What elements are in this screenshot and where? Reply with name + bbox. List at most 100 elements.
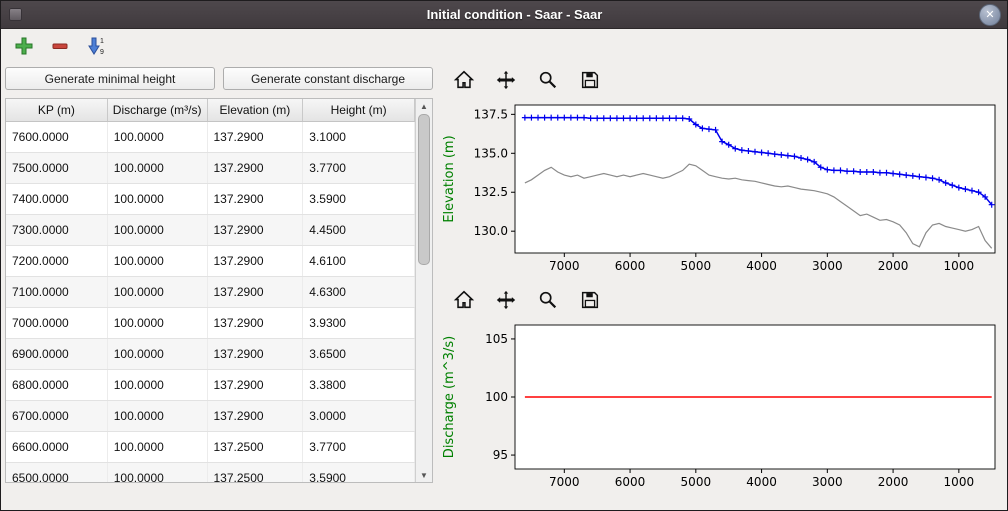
scroll-down-icon[interactable]: ▼ [416,468,432,482]
remove-row-button[interactable] [47,33,73,59]
pan-icon [495,69,517,91]
table-cell[interactable]: 3.1000 [303,122,415,152]
table-cell[interactable]: 4.4500 [303,215,415,245]
elevation-chart[interactable]: 7000600050004000300020001000130.0132.513… [437,97,1005,283]
add-row-button[interactable] [11,33,37,59]
generate-minimal-height-button[interactable]: Generate minimal height [5,67,215,90]
table-row[interactable]: 6800.0000100.0000137.29003.3800 [6,370,415,401]
table-cell[interactable]: 7500.0000 [6,153,108,183]
table-cell[interactable]: 137.2900 [208,246,304,276]
table-row[interactable]: 7400.0000100.0000137.29003.5900 [6,184,415,215]
generate-constant-discharge-button[interactable]: Generate constant discharge [223,67,433,90]
table-cell[interactable]: 3.5900 [303,184,415,214]
svg-text:95: 95 [493,448,508,462]
table-cell[interactable]: 100.0000 [108,401,208,431]
close-icon: ✕ [985,10,994,21]
table-cell[interactable]: 6600.0000 [6,432,108,462]
scroll-up-icon[interactable]: ▲ [416,99,432,113]
svg-text:105: 105 [485,332,508,346]
svg-text:Elevation (m): Elevation (m) [442,135,457,222]
table-cell[interactable]: 100.0000 [108,308,208,338]
initial-condition-table: KP (m)Discharge (m³/s)Elevation (m)Heigh… [5,98,433,483]
table-header: KP (m)Discharge (m³/s)Elevation (m)Heigh… [6,99,415,122]
home-button[interactable] [451,67,477,93]
svg-text:1: 1 [100,38,104,45]
scrollbar-track[interactable] [416,113,432,468]
column-header[interactable]: Discharge (m³/s) [108,99,208,121]
table-cell[interactable]: 3.6500 [303,339,415,369]
vertical-scrollbar[interactable]: ▲ ▼ [415,99,432,482]
table-cell[interactable]: 4.6300 [303,277,415,307]
table-cell[interactable]: 100.0000 [108,370,208,400]
table-row[interactable]: 7200.0000100.0000137.29004.6100 [6,246,415,277]
table-cell[interactable]: 6900.0000 [6,339,108,369]
svg-text:135.0: 135.0 [474,146,508,160]
table-cell[interactable]: 6800.0000 [6,370,108,400]
column-header[interactable]: Elevation (m) [208,99,304,121]
table-cell[interactable]: 137.2900 [208,277,304,307]
close-button[interactable]: ✕ [979,4,1001,26]
table-cell[interactable]: 3.3800 [303,370,415,400]
table-row[interactable]: 6700.0000100.0000137.29003.0000 [6,401,415,432]
table-cell[interactable]: 137.2900 [208,215,304,245]
table-row[interactable]: 6900.0000100.0000137.29003.6500 [6,339,415,370]
table-cell[interactable]: 100.0000 [108,122,208,152]
table-cell[interactable]: 137.2900 [208,308,304,338]
save-button[interactable] [577,67,603,93]
table-cell[interactable]: 137.2900 [208,401,304,431]
table-cell[interactable]: 3.9300 [303,308,415,338]
table-row[interactable]: 7100.0000100.0000137.29004.6300 [6,277,415,308]
table-row[interactable]: 7000.0000100.0000137.29003.9300 [6,308,415,339]
table-row[interactable]: 6500.0000100.0000137.25003.5900 [6,463,415,482]
table-cell[interactable]: 137.2900 [208,339,304,369]
table-cell[interactable]: 6700.0000 [6,401,108,431]
svg-text:3000: 3000 [812,475,843,489]
table-cell[interactable]: 137.2900 [208,184,304,214]
table-cell[interactable]: 100.0000 [108,246,208,276]
table-cell[interactable]: 100.0000 [108,432,208,462]
table-cell[interactable]: 3.5900 [303,463,415,482]
table-row[interactable]: 7600.0000100.0000137.29003.1000 [6,122,415,153]
table-cell[interactable]: 3.7700 [303,153,415,183]
table-cell[interactable]: 100.0000 [108,277,208,307]
table-cell[interactable]: 100.0000 [108,153,208,183]
table-cell[interactable]: 7000.0000 [6,308,108,338]
column-header[interactable]: Height (m) [303,99,415,121]
table-cell[interactable]: 4.6100 [303,246,415,276]
table-row[interactable]: 6600.0000100.0000137.25003.7700 [6,432,415,463]
table-cell[interactable]: 3.7700 [303,432,415,462]
save-button[interactable] [577,287,603,313]
table-cell[interactable]: 137.2900 [208,122,304,152]
table-row[interactable]: 7300.0000100.0000137.29004.4500 [6,215,415,246]
table-cell[interactable]: 137.2900 [208,370,304,400]
table-cell[interactable]: 100.0000 [108,215,208,245]
pan-button[interactable] [493,287,519,313]
scrollbar-thumb[interactable] [418,114,430,265]
table-cell[interactable]: 7600.0000 [6,122,108,152]
home-button[interactable] [451,287,477,313]
svg-text:1000: 1000 [944,259,975,273]
zoom-button[interactable] [535,67,561,93]
sort-button[interactable]: 1 9 [83,33,109,59]
table-cell[interactable]: 100.0000 [108,463,208,482]
table-cell[interactable]: 7300.0000 [6,215,108,245]
table-cell[interactable]: 3.0000 [303,401,415,431]
table-cell[interactable]: 137.2500 [208,463,304,482]
table-cell[interactable]: 137.2900 [208,153,304,183]
discharge-chart[interactable]: 700060005000400030002000100095100105Disc… [437,317,1005,499]
zoom-button[interactable] [535,287,561,313]
table-row[interactable]: 7500.0000100.0000137.29003.7700 [6,153,415,184]
table-cell[interactable]: 137.2500 [208,432,304,462]
pan-button[interactable] [493,67,519,93]
add-icon [14,36,34,56]
column-header[interactable]: KP (m) [6,99,108,121]
home-icon [453,289,475,311]
table-cell[interactable]: 100.0000 [108,184,208,214]
table-cell[interactable]: 7200.0000 [6,246,108,276]
table-cell[interactable]: 7100.0000 [6,277,108,307]
content: Generate minimal height Generate constan… [1,63,1007,510]
table-cell[interactable]: 7400.0000 [6,184,108,214]
svg-text:4000: 4000 [746,259,777,273]
table-cell[interactable]: 100.0000 [108,339,208,369]
table-cell[interactable]: 6500.0000 [6,463,108,482]
